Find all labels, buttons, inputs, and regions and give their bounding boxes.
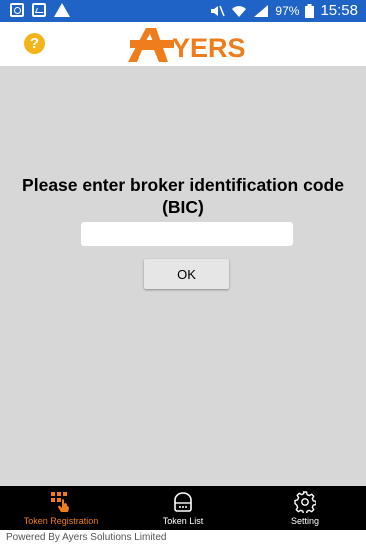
bottom-nav: Token Registration Token List Setting xyxy=(0,486,366,530)
nav-item-setting[interactable]: Setting xyxy=(244,486,366,530)
main-content: Please enter broker identification code … xyxy=(0,66,366,486)
bic-input[interactable] xyxy=(81,222,293,246)
notification-app-icon xyxy=(10,3,24,17)
nav-item-token-registration[interactable]: Token Registration xyxy=(0,486,122,530)
nav-item-token-list[interactable]: Token List xyxy=(122,486,244,530)
bic-prompt: Please enter broker identification code … xyxy=(22,175,344,217)
screenshot-notification-icon xyxy=(32,3,46,17)
keypad-hand-icon xyxy=(51,492,69,512)
help-icon[interactable]: ? xyxy=(24,33,45,54)
battery-percentage: 97% xyxy=(275,3,300,18)
status-bar: 97% 15:58 xyxy=(0,0,366,22)
footer: Powered By Ayers Solutions Limited xyxy=(0,530,366,548)
warning-icon xyxy=(54,3,70,17)
mute-icon xyxy=(211,5,226,16)
signal-icon xyxy=(254,4,269,17)
powered-by-text: Powered By Ayers Solutions Limited xyxy=(6,532,167,543)
wifi-icon xyxy=(232,5,247,17)
nav-label: Token List xyxy=(162,516,204,526)
ok-button[interactable]: OK xyxy=(144,259,229,289)
battery-icon xyxy=(305,3,315,18)
gear-icon xyxy=(294,491,316,513)
logo-text: YERS xyxy=(172,33,246,62)
notification-icons xyxy=(10,3,70,17)
system-icons: 97% 15:58 xyxy=(209,2,358,19)
token-icon xyxy=(174,492,192,512)
app-header: ? YERS xyxy=(0,22,366,66)
nav-label: Token Registration xyxy=(23,516,99,526)
clock: 15:58 xyxy=(320,2,358,19)
ayers-logo: YERS xyxy=(128,28,246,62)
nav-label: Setting xyxy=(290,516,320,526)
